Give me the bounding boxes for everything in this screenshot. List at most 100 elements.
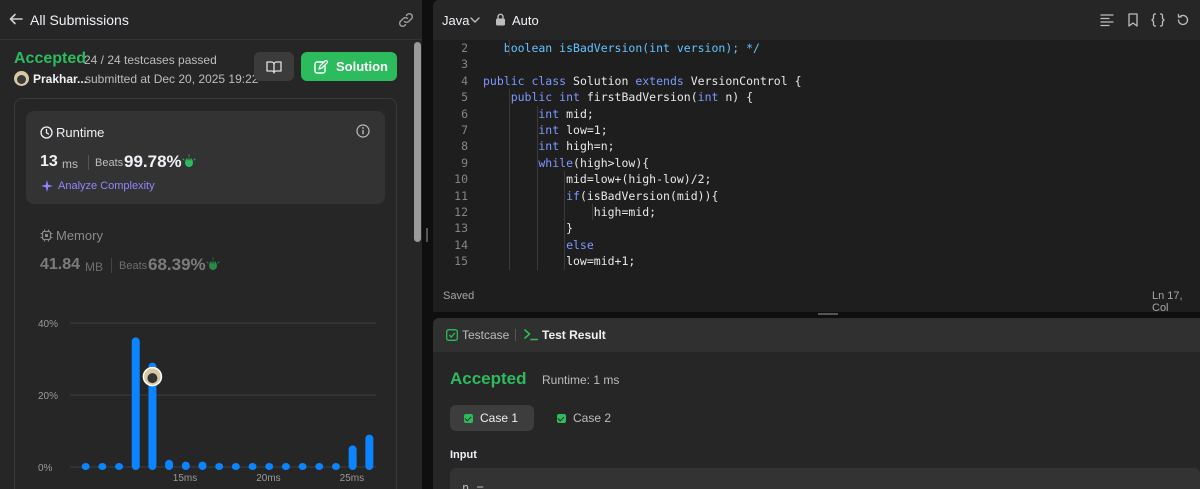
chart-bar[interactable]	[348, 445, 357, 470]
code-text: int mid;	[483, 106, 593, 122]
indent-guide	[564, 187, 566, 204]
case-1-button[interactable]: Case 1	[450, 405, 534, 431]
chart-bar[interactable]	[181, 461, 190, 470]
auto-mode[interactable]: Auto	[512, 13, 539, 28]
tab-test-result[interactable]: Test Result	[542, 328, 606, 342]
code-line[interactable]: 3	[433, 56, 1200, 72]
code-line[interactable]: 14 else	[433, 236, 1200, 254]
runtime-beats-percent: 99.78%	[124, 152, 182, 171]
indent-guide	[564, 236, 566, 254]
result-runtime: Runtime: 1 ms	[542, 373, 620, 387]
code-token: mid=low+(high-low)/2;	[483, 172, 712, 187]
indent-guide	[509, 105, 510, 122]
code-text: low=mid+1;	[483, 253, 635, 269]
runtime-card[interactable]: Runtime 13 ms Beats 99.78% Analyze Compl…	[26, 111, 385, 204]
code-line[interactable]: 9 while(high>low){	[433, 154, 1200, 172]
chevron-down-icon[interactable]	[470, 16, 480, 24]
chart-bar[interactable]	[98, 463, 107, 470]
runtime-distribution-chart[interactable]: 40% 20% 0% 15ms 20ms 25ms	[30, 310, 390, 489]
y-tick-label: 20%	[38, 391, 58, 402]
solution-button[interactable]: Solution	[301, 52, 397, 81]
scrollbar-thumb[interactable]	[414, 42, 421, 242]
input-value: n =	[462, 481, 484, 489]
chart-bar[interactable]	[298, 463, 307, 470]
chart-bar[interactable]	[365, 434, 374, 470]
chart-bar[interactable]	[198, 461, 207, 470]
code-token: firstBadVersion(	[586, 90, 698, 105]
code-token: VersionControl {	[690, 73, 802, 88]
chart-bar[interactable]	[248, 463, 257, 470]
chart-bar[interactable]	[115, 463, 124, 470]
code-token: }	[483, 221, 574, 236]
edit-icon	[314, 59, 328, 74]
code-token: Solution	[573, 73, 636, 88]
resize-handle[interactable]	[818, 313, 838, 315]
chart-bar[interactable]	[81, 463, 90, 470]
info-icon[interactable]	[356, 124, 370, 138]
tab-testcase[interactable]: Testcase	[462, 328, 509, 342]
code-line[interactable]: 5 public int firstBadVersion(int n) {	[433, 89, 1200, 106]
code-text: int low=1;	[483, 122, 607, 138]
code-line[interactable]: 6 int mid;	[433, 105, 1200, 122]
user-avatar-marker[interactable]	[142, 366, 163, 387]
resize-handle[interactable]	[426, 228, 428, 242]
indent-guide	[564, 171, 566, 188]
line-number: 2	[461, 41, 468, 55]
code-line[interactable]: 12 high=mid;	[433, 204, 1200, 221]
code-area[interactable]: 2 boolean isBadVersion(int version); */3…	[433, 40, 1200, 272]
link-icon[interactable]	[397, 12, 415, 28]
format-icon[interactable]	[1100, 13, 1114, 27]
braces-icon[interactable]	[1151, 13, 1165, 27]
chart-bar[interactable]	[231, 463, 240, 470]
bookmark-icon[interactable]	[1126, 13, 1140, 27]
line-number: 13	[454, 221, 468, 236]
analyze-complexity-link[interactable]: Analyze Complexity	[58, 180, 155, 192]
chart-bar[interactable]	[265, 463, 274, 470]
code-token: public int	[483, 90, 587, 105]
back-arrow-icon[interactable]	[8, 11, 24, 27]
reset-icon[interactable]	[1176, 13, 1190, 27]
all-submissions-link[interactable]: All Submissions	[30, 12, 129, 28]
username[interactable]: Prakhar...	[33, 72, 87, 86]
chart-bar[interactable]	[315, 463, 324, 470]
check-icon	[464, 413, 473, 423]
chart-bar[interactable]	[215, 463, 224, 470]
code-token: if	[483, 188, 580, 203]
memory-title[interactable]: Memory	[56, 228, 103, 243]
code-line[interactable]: 10 mid=low+(high-low)/2;	[433, 171, 1200, 188]
case-1-label: Case 1	[480, 411, 519, 425]
language-select[interactable]: Java	[442, 13, 469, 28]
code-line[interactable]: 11 if(isBadVersion(mid)){	[433, 187, 1200, 204]
code-line[interactable]: 2 boolean isBadVersion(int version); */	[433, 40, 1200, 57]
chart-bar[interactable]	[165, 459, 174, 470]
terminal-icon	[524, 329, 538, 341]
editorial-button[interactable]	[254, 52, 294, 81]
chart-bar[interactable]	[331, 463, 340, 470]
avatar[interactable]	[14, 71, 29, 86]
code-line[interactable]: 4 public class Solution extends VersionCo…	[433, 73, 1200, 89]
result-status: Accepted	[450, 369, 527, 388]
code-token: public class	[483, 73, 574, 88]
input-box[interactable]: n =	[450, 468, 1200, 489]
submission-header: All Submissions	[0, 0, 422, 40]
panel-divider[interactable]	[422, 0, 433, 489]
testcases-passed: 24 / 24 testcases passed	[84, 53, 217, 67]
save-status: Saved	[443, 290, 475, 302]
case-2-button[interactable]: Case 2	[543, 405, 627, 431]
memory-beats-label: Beats	[119, 260, 148, 272]
indent-guide	[536, 154, 538, 172]
code-text: int high=n;	[483, 138, 614, 154]
chart-bar[interactable]	[131, 337, 140, 470]
code-token: while	[483, 155, 574, 170]
code-line[interactable]: 13 }	[433, 220, 1200, 237]
code-token: int	[697, 90, 726, 105]
code-token: int	[483, 123, 567, 137]
app-root: All Submissions Accepted 24 / 24 testcas…	[0, 0, 1200, 489]
indent-guide	[536, 204, 538, 221]
chart-bar[interactable]	[281, 463, 290, 470]
code-line[interactable]: 15 low=mid+1;	[433, 253, 1200, 270]
clock-icon	[40, 126, 53, 139]
line-number: 6	[461, 106, 468, 121]
code-line[interactable]: 7 int low=1;	[433, 122, 1200, 139]
code-line[interactable]: 8 int high=n;	[433, 138, 1200, 155]
